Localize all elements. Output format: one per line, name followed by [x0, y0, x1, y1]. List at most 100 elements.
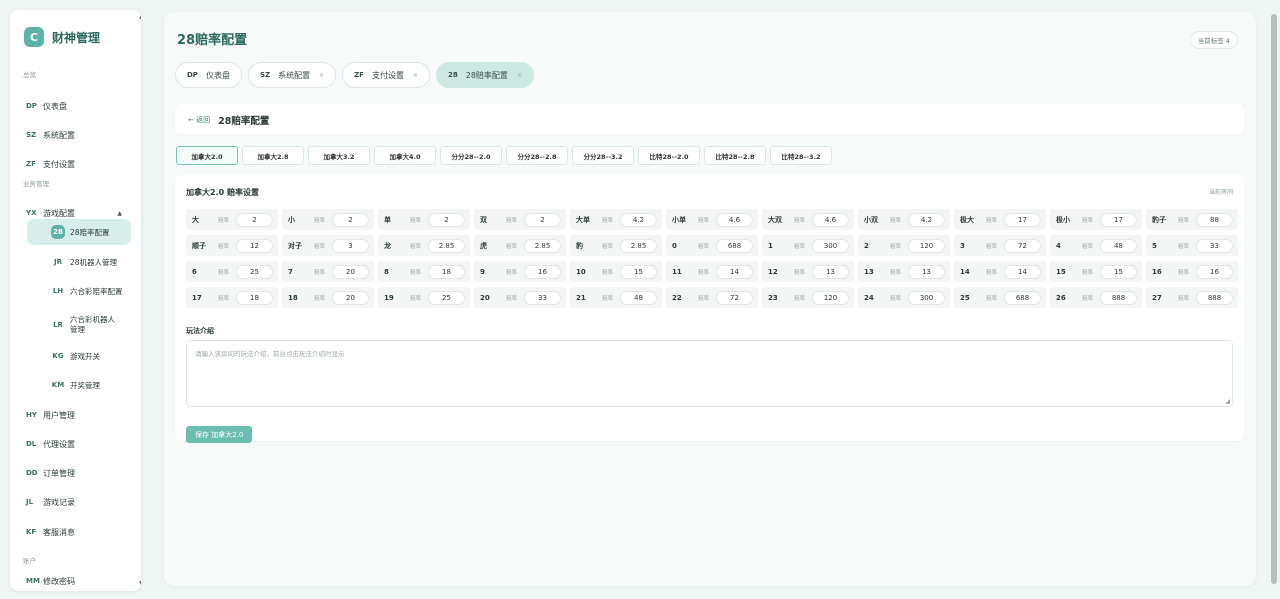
odds-input[interactable]: 2	[236, 212, 273, 227]
odds-input[interactable]: 4.2	[908, 212, 945, 227]
odds-input[interactable]: 33	[1196, 238, 1233, 253]
odds-input[interactable]: 48	[620, 290, 657, 305]
odds-input[interactable]: 888	[1100, 290, 1137, 305]
intro-textarea[interactable]: 请输入该房间的玩法介绍，前台点击玩法介绍时显示 ◢	[186, 340, 1233, 407]
sidebar-item-orders[interactable]: DD 订单管理	[26, 462, 134, 484]
tab-bar: DP 仪表盘 SZ 系统配置 × ZF 支付设置 × 28 28赔率配置 ×	[175, 62, 534, 88]
odds-name: 16	[1152, 267, 1162, 276]
odds-input[interactable]: 17	[1100, 212, 1137, 227]
odds-name: 顺子	[192, 241, 206, 250]
odds-input[interactable]: 300	[908, 290, 945, 305]
resize-grip-icon[interactable]: ◢	[1225, 398, 1230, 405]
odds-input[interactable]: 18	[428, 264, 465, 279]
variant-tab[interactable]: 分分28--2.8	[506, 146, 568, 165]
odds-input[interactable]: 13	[908, 264, 945, 279]
variant-tab[interactable]: 加拿大4.0	[374, 146, 436, 165]
sidebar-subitem-game-switch[interactable]: KG 游戏开关	[27, 343, 131, 369]
odds-input[interactable]: 300	[812, 238, 849, 253]
odds-input[interactable]: 4.6	[716, 212, 753, 227]
odds-input[interactable]: 72	[716, 290, 753, 305]
save-button[interactable]: 保存 加拿大2.0	[186, 426, 253, 443]
sidebar-item-dashboard[interactable]: DP 仪表盘	[26, 95, 134, 117]
odds-input[interactable]: 20	[332, 264, 369, 279]
sidebar-item-agents[interactable]: DL 代理设置	[26, 433, 134, 455]
variant-tab[interactable]: 加拿大2.8	[242, 146, 304, 165]
odds-input[interactable]: 48	[1100, 238, 1137, 253]
odds-label: 赔率	[218, 243, 230, 250]
odds-input[interactable]: 2.85	[620, 238, 657, 253]
variant-tab[interactable]: 加拿大3.2	[308, 146, 370, 165]
odds-input[interactable]: 2.85	[524, 238, 561, 253]
sidebar-item-support[interactable]: KF 客服消息	[26, 521, 134, 543]
robot-28-icon: JR	[54, 258, 62, 266]
variant-tab[interactable]: 比特28--2.0	[638, 146, 700, 165]
odds-input[interactable]: 25	[236, 264, 273, 279]
odds-input[interactable]: 688	[716, 238, 753, 253]
sidebar-item-password[interactable]: MM 修改密码	[26, 570, 134, 591]
odds-input[interactable]: 18	[236, 290, 273, 305]
scroll-up-icon[interactable]: ▲	[139, 13, 141, 20]
odds-input[interactable]: 3	[332, 238, 369, 253]
tab-system-config[interactable]: SZ 系统配置 ×	[247, 62, 337, 88]
odds-input[interactable]: 72	[1004, 238, 1041, 253]
sidebar-item-users[interactable]: HY 用户管理	[26, 404, 134, 426]
sidebar-subitem-lhc-robot[interactable]: LR 六合彩机器人管理	[27, 310, 131, 340]
odds-input[interactable]: 2	[428, 212, 465, 227]
odds-input[interactable]: 14	[1004, 264, 1041, 279]
close-icon[interactable]: ×	[413, 72, 418, 79]
odds-input[interactable]: 17	[1004, 212, 1041, 227]
odds-name: 对子	[288, 241, 302, 250]
section-account: 账户	[23, 557, 36, 565]
variant-tab[interactable]: 分分28--2.0	[440, 146, 502, 165]
odds-cell: 龙 赔率 2.85	[378, 235, 470, 256]
variant-tab[interactable]: 比特28--2.8	[704, 146, 766, 165]
sidebar-item-game-records[interactable]: JL 游戏记录	[26, 491, 134, 513]
variant-tab[interactable]: 分分28--3.2	[572, 146, 634, 165]
odds-input[interactable]: 20	[332, 290, 369, 305]
odds-input[interactable]: 14	[716, 264, 753, 279]
tab-dashboard[interactable]: DP 仪表盘	[175, 62, 242, 88]
scroll-down-icon[interactable]: ▼	[139, 580, 141, 587]
sidebar-subitem-draw-manage[interactable]: KM 开奖管理	[27, 372, 131, 398]
odds-input[interactable]: 2	[332, 212, 369, 227]
tab-payment[interactable]: ZF 支付设置 ×	[342, 62, 430, 88]
odds-cell: 16 赔率 16	[1146, 261, 1238, 282]
odds-input[interactable]: 688	[1004, 290, 1041, 305]
brand-logo[interactable]: C 财神管理	[24, 27, 100, 47]
odds-input[interactable]: 12	[236, 238, 273, 253]
odds-cell: 12 赔率 13	[762, 261, 854, 282]
odds-input[interactable]: 4.6	[812, 212, 849, 227]
odds-cell: 10 赔率 15	[570, 261, 662, 282]
odds-input[interactable]: 33	[524, 290, 561, 305]
variant-tab[interactable]: 比特28--3.2	[770, 146, 832, 165]
sidebar-item-payment[interactable]: ZF 支付设置	[26, 153, 134, 175]
back-link[interactable]: ← 返回	[188, 115, 210, 125]
sidebar-subitem-lhc-odds[interactable]: LH 六合彩赔率配置	[27, 278, 131, 304]
odds-input[interactable]: 25	[428, 290, 465, 305]
odds-label: 赔率	[410, 269, 422, 276]
odds-input[interactable]: 120	[812, 290, 849, 305]
chevron-up-icon: ▲	[117, 209, 122, 217]
sidebar-subitem-28-odds[interactable]: 28 28赔率配置	[27, 219, 131, 245]
odds-input[interactable]: 888	[1196, 290, 1233, 305]
odds-input[interactable]: 4.2	[620, 212, 657, 227]
odds-input[interactable]: 2.85	[428, 238, 465, 253]
odds-input[interactable]: 15	[1100, 264, 1137, 279]
page-scrollbar[interactable]	[1271, 14, 1277, 584]
sidebar-item-system-config[interactable]: SZ 系统配置	[26, 124, 134, 146]
odds-input[interactable]: 13	[812, 264, 849, 279]
close-icon[interactable]: ×	[319, 72, 324, 79]
variant-tab[interactable]: 加拿大2.0	[176, 146, 238, 165]
odds-input[interactable]: 16	[524, 264, 561, 279]
sidebar-subitem-28-robot[interactable]: JR 28机器人管理	[27, 249, 131, 275]
odds-input[interactable]: 88	[1196, 212, 1233, 227]
tab-28-odds[interactable]: 28 28赔率配置 ×	[436, 62, 534, 88]
odds-label: 赔率	[1178, 217, 1190, 224]
odds-input[interactable]: 15	[620, 264, 657, 279]
close-icon[interactable]: ×	[517, 72, 522, 79]
odds-input[interactable]: 2	[524, 212, 561, 227]
odds-input[interactable]: 16	[1196, 264, 1233, 279]
odds-label: 赔率	[1178, 295, 1190, 302]
odds-label: 赔率	[794, 295, 806, 302]
odds-input[interactable]: 120	[908, 238, 945, 253]
